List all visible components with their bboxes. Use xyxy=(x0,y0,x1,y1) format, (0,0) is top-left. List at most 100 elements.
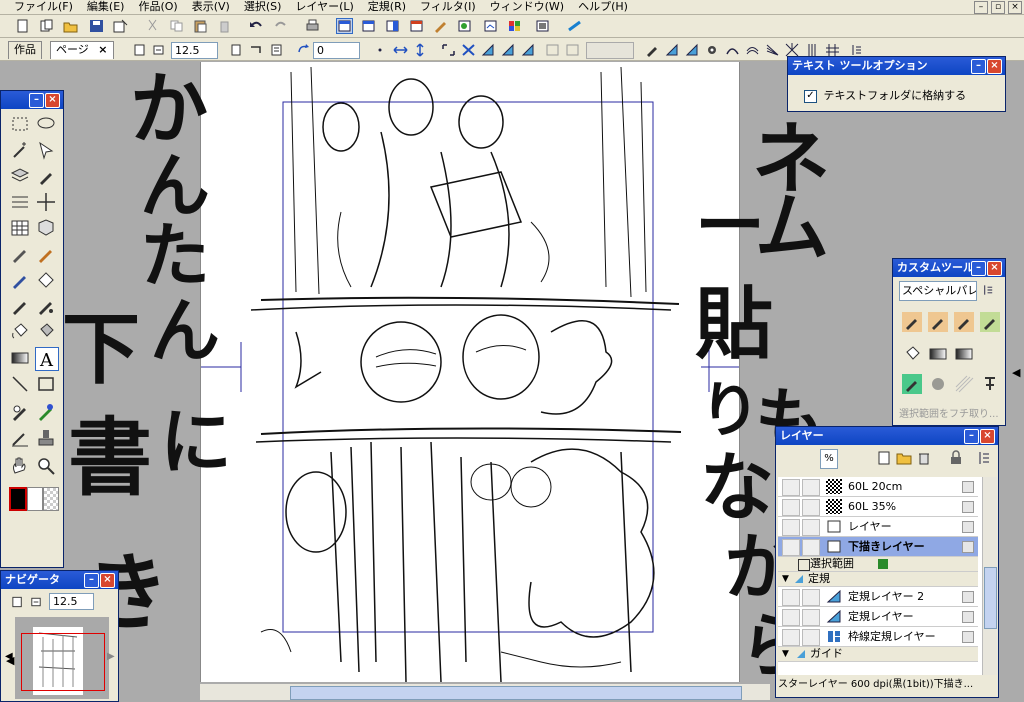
scrollbar-thumb[interactable] xyxy=(984,567,997,629)
panel-collapse-icon[interactable]: ◀ xyxy=(1012,366,1020,379)
print-icon[interactable] xyxy=(304,18,321,34)
web-icon[interactable] xyxy=(566,18,583,34)
minimize-icon[interactable]: – xyxy=(974,1,988,14)
delete-icon[interactable] xyxy=(216,18,233,34)
lock-toggle[interactable] xyxy=(802,589,820,606)
visibility-toggle[interactable] xyxy=(782,539,800,556)
custom-pen-icon[interactable] xyxy=(901,311,923,333)
lock-icon[interactable] xyxy=(948,450,964,466)
ruler-3-icon[interactable] xyxy=(520,42,537,58)
flip-icon[interactable] xyxy=(248,42,265,58)
expand-icon[interactable]: ▼ xyxy=(782,572,789,586)
fill-icon[interactable] xyxy=(9,321,31,343)
visibility-toggle[interactable] xyxy=(782,629,800,646)
info-icon[interactable] xyxy=(482,18,499,34)
lasso-icon[interactable] xyxy=(35,113,57,135)
close-icon[interactable]: × xyxy=(987,261,1002,276)
close-icon[interactable]: × xyxy=(1008,1,1022,14)
stamp-icon[interactable] xyxy=(35,427,57,449)
rotate-input[interactable]: 0 xyxy=(313,42,360,59)
rectangle-icon[interactable] xyxy=(35,373,57,395)
lock-toggle[interactable] xyxy=(802,609,820,626)
zoom-input[interactable]: 12.5 xyxy=(171,42,218,59)
layer-option-icon[interactable] xyxy=(962,611,974,623)
color-grid-icon[interactable] xyxy=(506,18,523,34)
transform-icon[interactable] xyxy=(440,42,457,58)
layer-option-icon[interactable] xyxy=(962,481,974,493)
material-icon[interactable] xyxy=(456,18,473,34)
menu-item[interactable]: 選択(S) xyxy=(244,1,282,13)
scrollbar-thumb[interactable] xyxy=(290,686,742,700)
layer-row-selected[interactable]: 下描きレイヤー xyxy=(778,537,978,557)
custom-pen-2-icon[interactable] xyxy=(927,311,949,333)
move-icon[interactable] xyxy=(35,191,57,213)
layer-row[interactable]: 枠線定規レイヤー xyxy=(778,627,978,647)
close-icon[interactable]: × xyxy=(45,93,60,108)
lock-toggle[interactable] xyxy=(802,539,820,556)
scroll-right-icon[interactable]: ▶ xyxy=(107,651,115,662)
layer-opacity-field[interactable]: % xyxy=(820,449,838,469)
view-window-icon[interactable] xyxy=(336,18,353,34)
menu-item[interactable]: 作品(O) xyxy=(138,1,177,13)
layer-list-scrollbar[interactable] xyxy=(982,477,997,675)
dot-icon[interactable] xyxy=(372,42,389,58)
visibility-toggle[interactable] xyxy=(782,519,800,536)
cut-icon[interactable] xyxy=(144,18,161,34)
pattern-brush-icon[interactable] xyxy=(35,295,57,317)
lock-toggle[interactable] xyxy=(802,479,820,496)
layer-row[interactable]: 定規レイヤー xyxy=(778,607,978,627)
selection-folder-row[interactable]: 選択範囲 xyxy=(778,557,978,572)
navigator-zoom-input[interactable]: 12.5 xyxy=(49,593,94,610)
menu-item[interactable]: 定規(R) xyxy=(368,1,406,13)
expand-icon[interactable]: ▼ xyxy=(782,647,789,661)
layer-option-icon[interactable] xyxy=(962,541,974,553)
flip-horizontal-icon[interactable] xyxy=(392,42,409,58)
text-tool-icon[interactable]: A xyxy=(35,347,59,371)
scale-icon[interactable] xyxy=(460,42,477,58)
new-icon[interactable] xyxy=(14,18,31,34)
restore-icon[interactable]: ▫ xyxy=(991,1,1005,14)
ruler-folder-row[interactable]: ▼ 定規 xyxy=(778,572,978,587)
ruler-2-icon[interactable] xyxy=(500,42,517,58)
save-as-icon[interactable] xyxy=(112,18,129,34)
layer-option-icon[interactable] xyxy=(962,631,974,643)
page-view-icon[interactable] xyxy=(268,42,285,58)
fit-page-icon[interactable] xyxy=(11,595,25,609)
undo-icon[interactable] xyxy=(248,18,265,34)
layer-option-icon[interactable] xyxy=(962,591,974,603)
view-window-3-icon[interactable] xyxy=(384,18,401,34)
close-icon[interactable]: × xyxy=(100,573,115,588)
gradient-icon[interactable] xyxy=(9,347,31,369)
custom-gradient-2-icon[interactable] xyxy=(953,343,975,365)
tab-work[interactable]: 作品 xyxy=(8,41,42,59)
layer-move-icon[interactable] xyxy=(9,191,31,213)
main-color-swatch[interactable] xyxy=(9,487,27,511)
paste-icon[interactable] xyxy=(192,18,209,34)
layer-row[interactable]: 定規レイヤー 2 xyxy=(778,587,978,607)
pencil-icon[interactable] xyxy=(9,269,31,291)
close-icon[interactable]: × xyxy=(987,59,1002,74)
sub-color-swatch[interactable] xyxy=(27,487,43,511)
settings-icon[interactable] xyxy=(704,42,721,58)
grid-tool-icon[interactable] xyxy=(9,217,31,239)
lock-toggle[interactable] xyxy=(802,629,820,646)
select-pen-icon[interactable] xyxy=(35,139,57,161)
grid-icon[interactable] xyxy=(544,42,561,58)
pen-icon[interactable] xyxy=(644,42,661,58)
zoom-out-icon[interactable] xyxy=(29,595,43,609)
layer-option-icon[interactable] xyxy=(962,501,974,513)
zoom-out-icon[interactable] xyxy=(150,42,167,58)
tab-close-icon[interactable]: × xyxy=(98,43,107,56)
magic-wand-icon[interactable] xyxy=(9,139,31,161)
close-icon[interactable]: × xyxy=(980,429,995,444)
custom-pen-4-icon[interactable] xyxy=(979,311,1001,333)
rotate-icon[interactable] xyxy=(295,42,312,58)
view-window-4-icon[interactable] xyxy=(408,18,425,34)
brush-tool-icon[interactable] xyxy=(9,295,31,317)
menu-item[interactable]: 編集(E) xyxy=(87,1,125,13)
fit-page-icon[interactable] xyxy=(132,42,149,58)
canvas-horizontal-scrollbar[interactable] xyxy=(200,684,770,700)
new-layer-icon[interactable] xyxy=(876,450,892,466)
transparent-swatch[interactable] xyxy=(43,487,59,511)
layer-row[interactable]: 60L 35% xyxy=(778,497,978,517)
